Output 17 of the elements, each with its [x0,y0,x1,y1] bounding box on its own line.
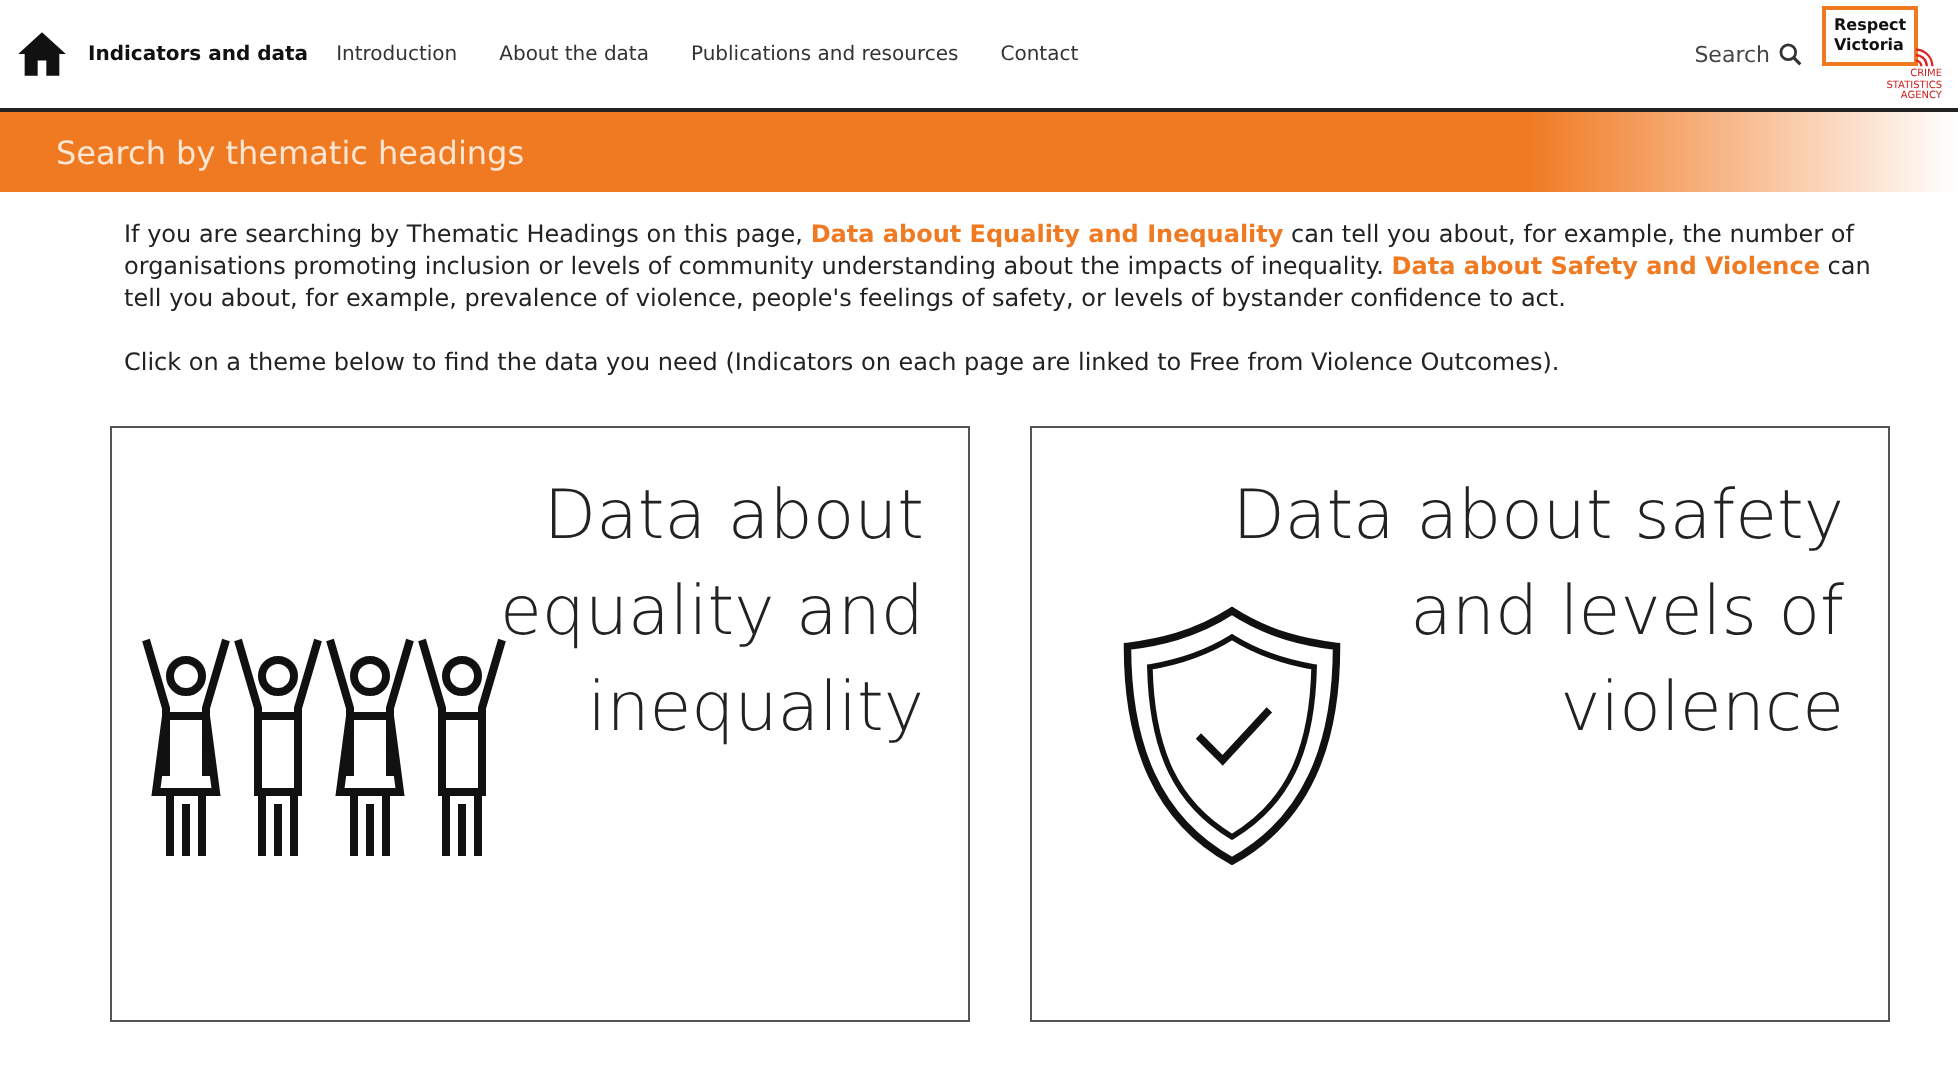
nav-link[interactable]: About the data [499,43,649,65]
signal-arcs-icon [1914,46,1936,68]
home-icon[interactable] [16,30,68,78]
theme-card[interactable]: Data about safety and levels of violence [1030,426,1890,1022]
theme-card[interactable]: Data about equality and inequality [110,426,970,1022]
nav-link[interactable]: Contact [1000,43,1079,65]
intro-paragraph: If you are searching by Thematic Headings on this page, Data about Equality and Inequality can tell you about, for example, the number of organisations promoting inclusion or levels of community understanding about the impacts of inequality. Data about Safety and Violence can tell you about, for example, prevalence of violence, people's feelings of safety, or levels of bystander confidence to act. [124,218,1873,314]
theme-title: Data about safety and levels of violence [1232,474,1844,752]
instruction-text: Click on a theme below to find the data you need (Indicators on each page are linked to Free from Violence Outcomes). [124,348,1562,376]
search-icon [1778,42,1802,66]
nav-link[interactable]: Publications and resources [690,43,959,65]
banner-title: Search by thematic headings [56,133,525,171]
nav-link[interactable]: Introduction [336,43,458,65]
nav-link[interactable]: Indicators and data [88,43,309,65]
theme-title: Data about equality and inequality [499,474,924,752]
logo-box: Respect Victoria [1822,6,1918,66]
search-button[interactable]: Search [1694,41,1802,67]
